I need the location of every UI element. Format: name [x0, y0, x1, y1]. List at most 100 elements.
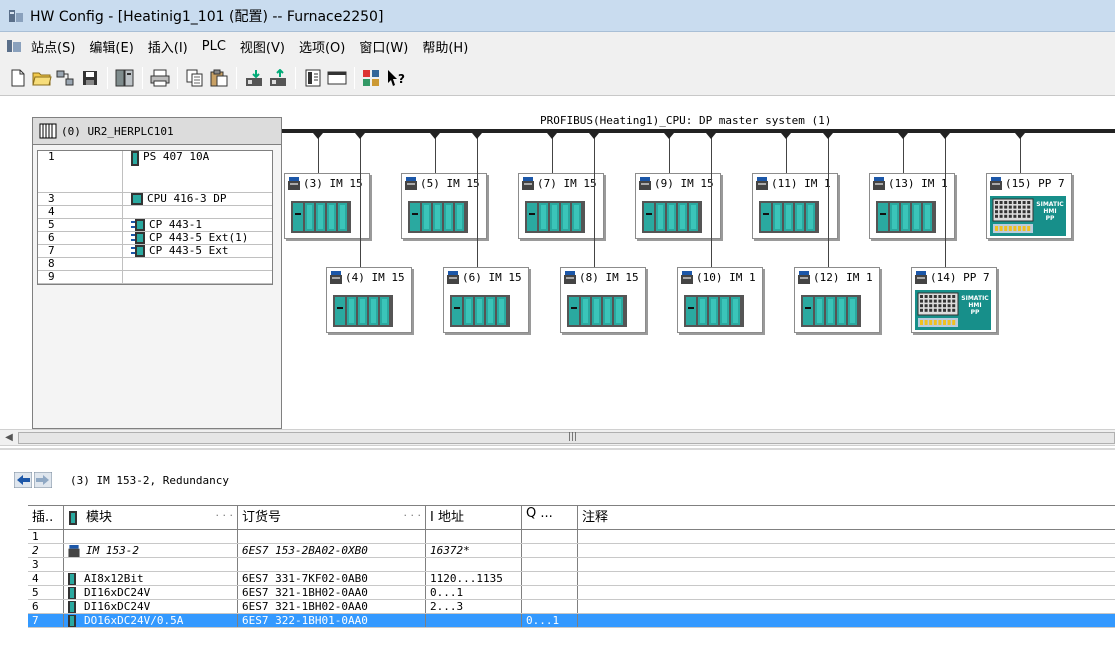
cell-comment [578, 586, 1115, 599]
forward-arrow-icon[interactable] [34, 472, 52, 488]
cell-iaddr: 16372* [426, 544, 522, 557]
window-icon[interactable] [326, 67, 348, 89]
dp-slave-top-1[interactable]: (5) IM 15 [401, 173, 487, 239]
dp-slave-icon [756, 177, 768, 190]
dp-slave-top-5[interactable]: (13) IM 1 [869, 173, 955, 239]
network-icon[interactable] [55, 67, 77, 89]
bus-connection-line [711, 133, 712, 267]
station-rack-icon [684, 295, 744, 327]
col-qaddr-header[interactable]: Q ... [522, 506, 578, 529]
table-row[interactable]: 3 [28, 558, 1115, 572]
dp-slave-bottom-1[interactable]: (6) IM 15 [443, 267, 529, 333]
hmi-panel-icon: SIMATIC HMI PP [915, 290, 991, 330]
copy-icon[interactable] [184, 67, 206, 89]
bus-node-icon [1015, 133, 1025, 139]
menu-insert[interactable]: 插入(I) [141, 37, 195, 56]
table-row[interactable]: 1 [28, 530, 1115, 544]
dp-slave-top-6[interactable]: (15) PP 7 SIMATIC HMI PP [986, 173, 1072, 239]
catalog-icon[interactable] [302, 67, 324, 89]
cell-qaddr [522, 544, 578, 557]
svg-text:PP: PP [1046, 215, 1055, 222]
menu-edit[interactable]: 编辑(E) [82, 37, 140, 56]
dp-slave-top-2[interactable]: (7) IM 15 [518, 173, 604, 239]
bus-connection-line [552, 133, 553, 173]
table-row[interactable]: 7 DO16xDC24V/0.5A 6ES7 322-1BH01-0AA0 0...1 [28, 614, 1115, 628]
col-iaddr-header[interactable]: I 地址 [426, 506, 522, 529]
ps-module-icon [131, 151, 139, 166]
station-rack-icon [642, 201, 702, 233]
cp-module-icon [131, 232, 145, 244]
window-title: HW Config - [Heatinig1_101 (配置) -- Furna… [30, 8, 384, 25]
menu-plc[interactable]: PLC [195, 39, 233, 54]
menu-help[interactable]: 帮助(H) [415, 37, 475, 56]
save-icon[interactable] [79, 67, 101, 89]
bus-node-icon [547, 133, 557, 139]
profibus-line[interactable] [282, 129, 1115, 133]
io-module-icon [68, 601, 76, 613]
dp-slave-bottom-0[interactable]: (4) IM 15 [326, 267, 412, 333]
col-order-header[interactable]: 订货号. . . [238, 506, 426, 529]
slave-label-text: (12) IM 1 [813, 271, 873, 284]
col-module-header[interactable]: 模块. . . [64, 506, 238, 529]
table-row[interactable]: 4 AI8x12Bit 6ES7 331-7KF02-0AB0 1120...1135 [28, 572, 1115, 586]
station-view[interactable]: (0) UR2_HERPLC101 1 PS 407 10A 3 CPU 416-3 … [0, 97, 1115, 429]
cell-slot: 7 [28, 614, 64, 627]
station-rack-icon [333, 295, 393, 327]
col-slot-header[interactable]: 插.. [28, 506, 64, 529]
hw-config-icon [9, 9, 23, 22]
dp-slave-icon [915, 271, 927, 284]
back-arrow-icon[interactable] [14, 472, 32, 488]
slave-label: (11) IM 1 [756, 177, 836, 190]
table-body: 1 2 IM 153-2 6ES7 153-2BA02-0XB0 16372* 3 4 AI8… [28, 530, 1115, 628]
rack-slot: 4 [38, 206, 123, 218]
dp-slave-top-3[interactable]: (9) IM 15 [635, 173, 721, 239]
netpro-icon[interactable] [361, 67, 383, 89]
dp-slave-bottom-2[interactable]: (8) IM 15 [560, 267, 646, 333]
cell-module: DO16xDC24V/0.5A [64, 614, 238, 627]
menu-options[interactable]: 选项(O) [292, 37, 352, 56]
rack-row[interactable]: 7 CP 443-5 Ext [38, 245, 272, 258]
dp-slave-bottom-4[interactable]: (12) IM 1 [794, 267, 880, 333]
scroll-left-icon[interactable]: ◀ [2, 432, 16, 444]
dp-slave-top-4[interactable]: (11) IM 1 [752, 173, 838, 239]
table-row[interactable]: 6 DI16xDC24V 6ES7 321-1BH02-0AA0 2...3 [28, 600, 1115, 614]
paste-icon[interactable] [208, 67, 230, 89]
dp-slave-top-0[interactable]: (3) IM 15 [284, 173, 370, 239]
col-comment-header[interactable]: 注释 [578, 506, 1115, 529]
cell-module [64, 530, 238, 543]
menu-view[interactable]: 视图(V) [233, 37, 292, 56]
bus-label: PROFIBUS(Heating1)_CPU: DP master system… [540, 114, 832, 127]
rack-row[interactable]: 3 CPU 416-3 DP [38, 193, 272, 206]
compile-icon[interactable] [114, 67, 136, 89]
dp-slave-bottom-3[interactable]: (10) IM 1 [677, 267, 763, 333]
menu-window[interactable]: 窗口(W) [352, 37, 415, 56]
cell-order: 6ES7 321-1BH02-0AA0 [238, 586, 426, 599]
dp-slave-icon [990, 177, 1002, 190]
horizontal-scrollbar[interactable]: ◀ ||| [0, 429, 1115, 446]
table-row[interactable]: 2 IM 153-2 6ES7 153-2BA02-0XB0 16372* [28, 544, 1115, 558]
menu-bar: 站点(S) 编辑(E) 插入(I) PLC 视图(V) 选项(O) 窗口(W) … [0, 32, 1115, 60]
rack-window[interactable]: (0) UR2_HERPLC101 1 PS 407 10A 3 CPU 416-3 … [32, 117, 282, 429]
rack-row[interactable]: 8 [38, 258, 272, 271]
table-row[interactable]: 5 DI16xDC24V 6ES7 321-1BH02-0AA0 0...1 [28, 586, 1115, 600]
download-icon[interactable] [243, 67, 265, 89]
bus-connection-line [435, 133, 436, 173]
dp-slave-icon [288, 177, 300, 190]
menu-station[interactable]: 站点(S) [24, 37, 82, 56]
print-icon[interactable] [149, 67, 171, 89]
slave-label-text: (8) IM 15 [579, 271, 639, 284]
new-icon[interactable] [7, 67, 29, 89]
cell-slot: 2 [28, 544, 64, 557]
open-icon[interactable] [31, 67, 53, 89]
document-icon[interactable] [6, 39, 22, 53]
bus-node-icon [313, 133, 323, 139]
bus-connection-line [1020, 133, 1021, 173]
slave-label-text: (11) IM 1 [771, 177, 831, 190]
scroll-thumb[interactable] [18, 432, 1115, 444]
upload-icon[interactable] [267, 67, 289, 89]
help-icon[interactable]: ? [385, 67, 407, 89]
rack-row[interactable]: 9 [38, 271, 272, 284]
dp-slave-bottom-5[interactable]: (14) PP 7 SIMATIC HMI PP [911, 267, 997, 333]
rack-row[interactable]: 1 PS 407 10A [38, 151, 272, 193]
io-module-icon [68, 587, 76, 599]
